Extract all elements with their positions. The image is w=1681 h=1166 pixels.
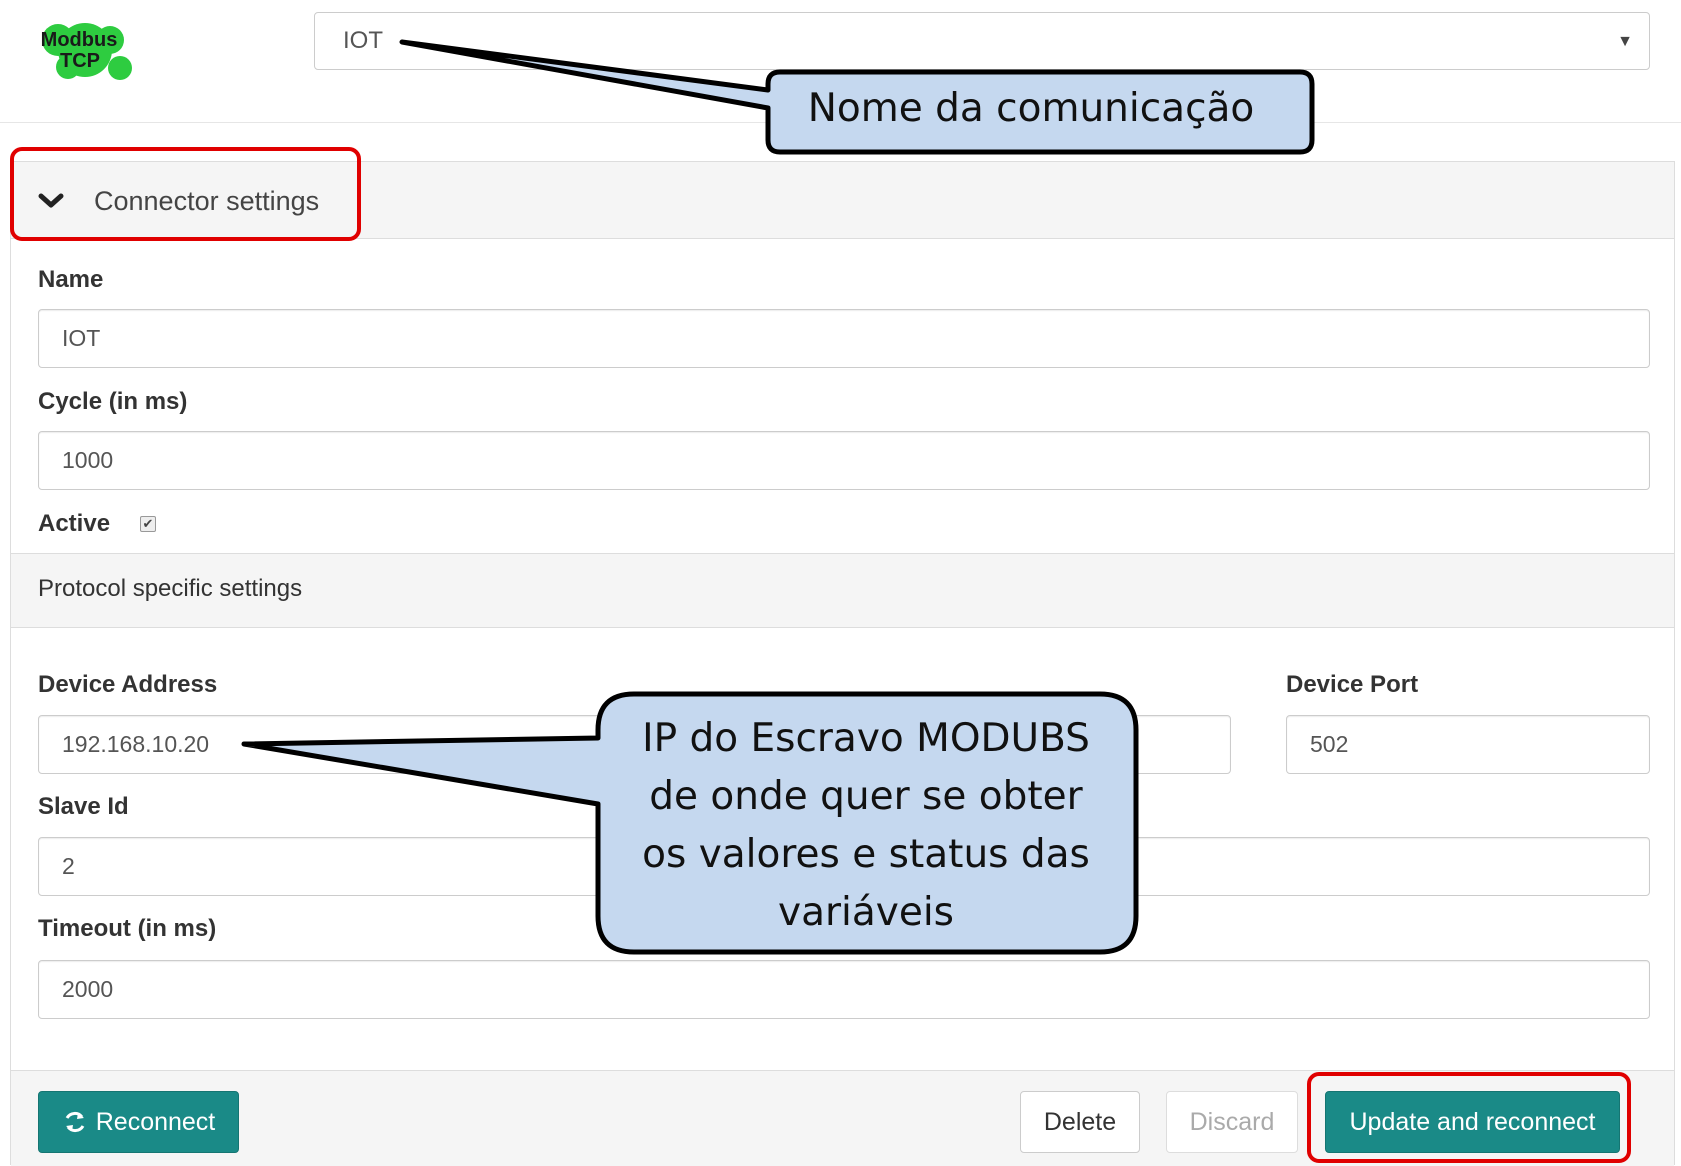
name-label: Name	[38, 266, 104, 293]
connection-select-value: IOT	[343, 27, 383, 54]
active-label: Active	[38, 510, 111, 537]
callout2-line: variáveis	[778, 890, 954, 935]
callout2-line: IP do Escravo MODUBS	[642, 716, 1090, 761]
update-button-highlight	[1307, 1072, 1631, 1163]
slave-id-value: 2	[62, 853, 75, 879]
timeout-input[interactable]: 2000	[38, 960, 1650, 1019]
device-port-input[interactable]: 502	[1286, 715, 1650, 774]
name-input-value: IOT	[62, 325, 101, 351]
caret-down-icon: ▼	[1617, 33, 1633, 50]
active-checkbox[interactable]: ✔	[140, 516, 156, 532]
delete-button[interactable]: Delete	[1020, 1091, 1140, 1153]
discard-button[interactable]: Discard	[1166, 1091, 1298, 1153]
timeout-label: Timeout (in ms)	[38, 915, 217, 942]
cycle-label: Cycle (in ms)	[38, 388, 188, 415]
name-input[interactable]: IOT	[38, 309, 1650, 368]
callout-slave-ip: IP do Escravo MODUBS de onde quer se obt…	[600, 710, 1132, 942]
cycle-input[interactable]: 1000	[38, 431, 1650, 490]
callout2-line: os valores e status das	[642, 832, 1090, 877]
reconnect-label: Reconnect	[95, 1107, 216, 1136]
device-address-value: 192.168.10.20	[62, 731, 210, 757]
cycle-input-value: 1000	[62, 447, 114, 473]
callout-communication-name: Nome da comunicação	[807, 86, 1255, 131]
reconnect-button[interactable]: Reconnect	[38, 1091, 239, 1153]
connector-settings-highlight	[10, 147, 361, 241]
device-address-label: Device Address	[38, 671, 218, 698]
logo-line2: TCP	[60, 50, 100, 72]
refresh-icon	[65, 1111, 85, 1133]
protocol-settings-title: Protocol specific settings	[38, 575, 303, 602]
slave-id-label: Slave Id	[38, 793, 129, 820]
timeout-value: 2000	[62, 976, 114, 1002]
connection-select[interactable]: IOT ▼	[314, 12, 1650, 70]
device-port-label: Device Port	[1286, 671, 1419, 698]
device-port-value: 502	[1310, 731, 1349, 757]
checkmark-icon: ✔	[142, 516, 154, 531]
callout2-line: de onde quer se obter	[649, 774, 1083, 819]
logo-line1: Modbus	[41, 29, 118, 51]
modbus-logo-icon: Modbus TCP	[30, 10, 140, 90]
